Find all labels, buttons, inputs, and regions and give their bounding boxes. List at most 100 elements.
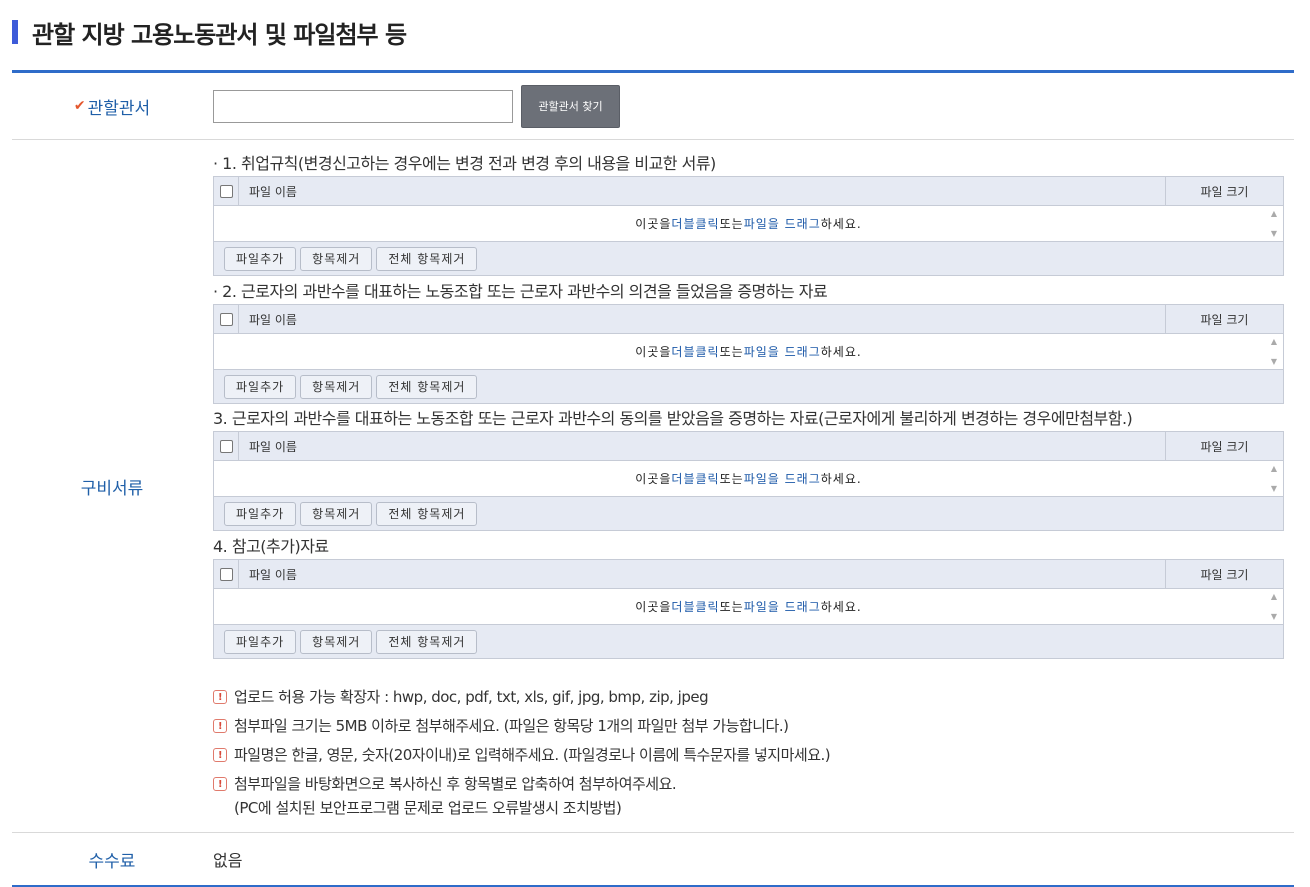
required-check-icon: ✔ — [73, 98, 86, 114]
warning-icon: ! — [213, 719, 227, 733]
office-row: ✔ 관할관서 관할관서 찾기 — [12, 73, 1294, 140]
select-all-checkbox[interactable] — [214, 432, 239, 460]
doc-title: 3. 근로자의 과반수를 대표하는 노동조합 또는 근로자 과반수의 동의를 받… — [213, 409, 1133, 428]
uploader-header: 파일 이름 파일 크기 — [214, 177, 1283, 206]
drop-text-drag: 파일을 드래그 — [743, 472, 821, 486]
scrollbar[interactable]: ▲ ▼ — [1266, 206, 1283, 241]
doc-block: · 2. 근로자의 과반수를 대표하는 노동조합 또는 근로자 과반수의 의견을… — [213, 280, 1284, 404]
drop-text-e: 하세요. — [820, 217, 862, 231]
remove-item-button[interactable]: 항목제거 — [300, 374, 373, 399]
note-text: 파일명은 한글, 영문, 숫자(20자이내)로 입력해주세요. (파일경로나 이… — [234, 746, 831, 764]
note-text: 첨부파일을 바탕화면으로 복사하신 후 항목별로 압축하여 첨부하여주세요. — [234, 775, 677, 793]
column-file-size: 파일 크기 — [1165, 305, 1283, 333]
scroll-down-icon[interactable]: ▼ — [1271, 357, 1278, 366]
office-input[interactable] — [213, 89, 513, 123]
checkbox-box[interactable] — [219, 567, 233, 581]
add-file-button[interactable]: 파일추가 — [224, 629, 297, 654]
file-uploader: 파일 이름 파일 크기 이곳을 더블클릭 또는 파일을 드래그 하세요. ▲ ▼… — [213, 304, 1284, 404]
drop-text-a: 이곳을 — [635, 217, 672, 231]
drop-text-double-click: 더블클릭 — [671, 472, 720, 486]
file-uploader: 파일 이름 파일 크기 이곳을 더블클릭 또는 파일을 드래그 하세요. ▲ ▼… — [213, 176, 1284, 276]
office-content: 관할관서 찾기 — [212, 73, 1294, 139]
office-label-text: 관할관서 — [87, 98, 151, 119]
column-file-name: 파일 이름 — [249, 567, 297, 582]
doc-block: · 1. 취업규칙(변경신고하는 경우에는 변경 전과 변경 후의 내용을 비교… — [213, 152, 1284, 276]
file-drop-zone[interactable]: 이곳을 더블클릭 또는 파일을 드래그 하세요. ▲ ▼ — [214, 589, 1283, 624]
note-text: 업로드 허용 가능 확장자 : hwp, doc, pdf, txt, xls,… — [234, 688, 709, 706]
doc-title: 4. 참고(추가)자료 — [213, 537, 329, 556]
drop-text-drag: 파일을 드래그 — [743, 600, 821, 614]
doc-block: 3. 근로자의 과반수를 대표하는 노동조합 또는 근로자 과반수의 동의를 받… — [213, 407, 1284, 531]
select-all-checkbox[interactable] — [214, 560, 239, 588]
doc-title: · 2. 근로자의 과반수를 대표하는 노동조합 또는 근로자 과반수의 의견을… — [213, 282, 828, 301]
drop-text-a: 이곳을 — [635, 472, 672, 486]
remove-all-button[interactable]: 전체 항목제거 — [376, 374, 478, 399]
drop-text-c: 또는 — [719, 217, 744, 231]
checkbox-box[interactable] — [219, 439, 233, 453]
column-file-name: 파일 이름 — [249, 312, 297, 327]
scroll-down-icon[interactable]: ▼ — [1271, 484, 1278, 493]
uploader-header: 파일 이름 파일 크기 — [214, 305, 1283, 334]
remove-item-button[interactable]: 항목제거 — [300, 501, 373, 526]
file-uploader: 파일 이름 파일 크기 이곳을 더블클릭 또는 파일을 드래그 하세요. ▲ ▼… — [213, 559, 1284, 659]
note-sub-text: (PC에 설치된 보안프로그램 문제로 업로드 오류발생시 조치방법) — [234, 799, 622, 817]
remove-item-button[interactable]: 항목제거 — [300, 246, 373, 271]
notes-list: ! 업로드 허용 가능 확장자 : hwp, doc, pdf, txt, xls… — [213, 686, 831, 818]
scroll-down-icon[interactable]: ▼ — [1271, 612, 1278, 621]
office-label: ✔ 관할관서 — [12, 73, 212, 139]
scroll-up-icon[interactable]: ▲ — [1271, 209, 1278, 218]
drop-text-e: 하세요. — [820, 472, 862, 486]
checkbox-box[interactable] — [219, 184, 233, 198]
column-file-name: 파일 이름 — [249, 439, 297, 454]
checkbox-box[interactable] — [219, 312, 233, 326]
uploader-footer: 파일추가 항목제거 전체 항목제거 — [214, 369, 1283, 403]
drop-text-c: 또는 — [719, 600, 744, 614]
scroll-up-icon[interactable]: ▲ — [1271, 337, 1278, 346]
uploader-footer: 파일추가 항목제거 전체 항목제거 — [214, 241, 1283, 275]
fee-label: 수수료 — [88, 851, 136, 872]
fee-value: 없음 — [213, 851, 243, 870]
doc-title: · 1. 취업규칙(변경신고하는 경우에는 변경 전과 변경 후의 내용을 비교… — [213, 154, 716, 173]
page-title: 관할 지방 고용노동관서 및 파일첨부 등 — [32, 20, 407, 49]
scroll-down-icon[interactable]: ▼ — [1271, 229, 1278, 238]
uploader-footer: 파일추가 항목제거 전체 항목제거 — [214, 496, 1283, 530]
file-drop-zone[interactable]: 이곳을 더블클릭 또는 파일을 드래그 하세요. ▲ ▼ — [214, 461, 1283, 496]
remove-item-button[interactable]: 항목제거 — [300, 629, 373, 654]
warning-icon: ! — [213, 748, 227, 762]
column-file-size: 파일 크기 — [1165, 432, 1283, 460]
remove-all-button[interactable]: 전체 항목제거 — [376, 501, 478, 526]
section-title: 관할 지방 고용노동관서 및 파일첨부 등 — [12, 18, 407, 49]
add-file-button[interactable]: 파일추가 — [224, 501, 297, 526]
file-uploader: 파일 이름 파일 크기 이곳을 더블클릭 또는 파일을 드래그 하세요. ▲ ▼… — [213, 431, 1284, 531]
drop-text-e: 하세요. — [820, 345, 862, 359]
drop-text-double-click: 더블클릭 — [671, 217, 720, 231]
remove-all-button[interactable]: 전체 항목제거 — [376, 246, 478, 271]
scrollbar[interactable]: ▲ ▼ — [1266, 589, 1283, 624]
drop-text-double-click: 더블클릭 — [671, 345, 720, 359]
drop-text-a: 이곳을 — [635, 345, 672, 359]
scrollbar[interactable]: ▲ ▼ — [1266, 461, 1283, 496]
column-file-size: 파일 크기 — [1165, 177, 1283, 205]
note-item: ! 파일명은 한글, 영문, 숫자(20자이내)로 입력해주세요. (파일경로나 … — [213, 744, 831, 773]
remove-all-button[interactable]: 전체 항목제거 — [376, 629, 478, 654]
scrollbar[interactable]: ▲ ▼ — [1266, 334, 1283, 369]
scroll-up-icon[interactable]: ▲ — [1271, 592, 1278, 601]
file-drop-zone[interactable]: 이곳을 더블클릭 또는 파일을 드래그 하세요. ▲ ▼ — [214, 334, 1283, 369]
note-text: 첨부파일 크기는 5MB 이하로 첨부해주세요. (파일은 항목당 1개의 파일… — [234, 717, 789, 735]
find-office-button[interactable]: 관할관서 찾기 — [521, 84, 620, 128]
add-file-button[interactable]: 파일추가 — [224, 246, 297, 271]
scroll-up-icon[interactable]: ▲ — [1271, 464, 1278, 473]
drop-text-double-click: 더블클릭 — [671, 600, 720, 614]
warning-icon: ! — [213, 690, 227, 704]
column-file-size: 파일 크기 — [1165, 560, 1283, 588]
warning-icon: ! — [213, 777, 227, 791]
drop-text-e: 하세요. — [820, 600, 862, 614]
select-all-checkbox[interactable] — [214, 305, 239, 333]
note-item: ! 업로드 허용 가능 확장자 : hwp, doc, pdf, txt, xls… — [213, 686, 830, 715]
uploader-header: 파일 이름 파일 크기 — [214, 560, 1283, 589]
add-file-button[interactable]: 파일추가 — [224, 374, 297, 399]
title-accent-bar — [12, 20, 18, 44]
select-all-checkbox[interactable] — [214, 177, 239, 205]
uploader-footer: 파일추가 항목제거 전체 항목제거 — [214, 624, 1283, 658]
file-drop-zone[interactable]: 이곳을 더블클릭 또는 파일을 드래그 하세요. ▲ ▼ — [214, 206, 1283, 241]
